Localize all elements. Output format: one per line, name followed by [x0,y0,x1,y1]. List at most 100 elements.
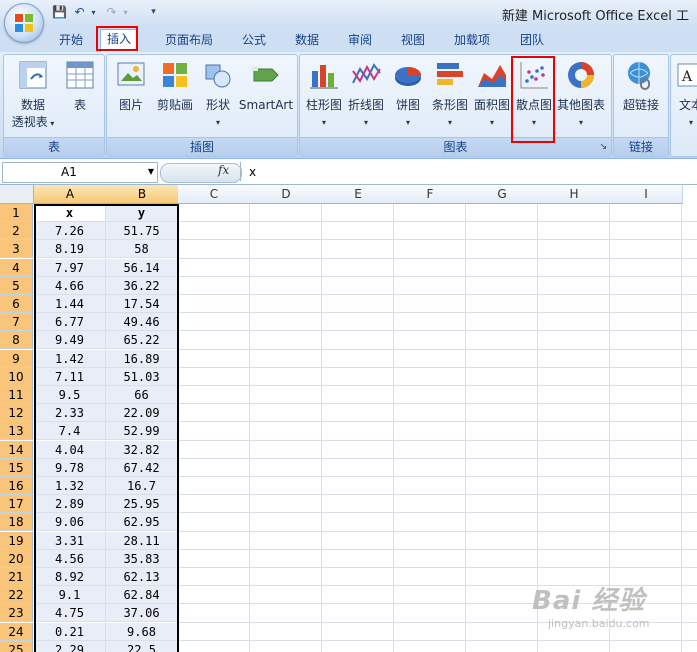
bar-chart-icon [434,59,466,91]
picture-button[interactable]: 图片 [111,59,151,113]
gridline-horizontal [178,257,697,259]
area-chart-icon [476,59,508,91]
insert-function-icon[interactable]: fx [218,163,229,177]
other-charts-button[interactable]: 其他图表 ▾ [554,59,608,129]
text-box-button[interactable]: A 文本 ▾ [673,59,697,129]
gridline-horizontal [178,330,697,332]
watermark: Bai 经验 jingyan.baidu.com [532,580,692,640]
window-title: 新建 Microsoft Office Excel 工 [501,9,689,24]
row-header-12[interactable]: 12 [0,404,33,423]
area-chart-button[interactable]: 面积图 ▾ [470,59,514,129]
clipart-icon [159,59,191,91]
tab-formulas[interactable]: 公式 [234,31,274,51]
shapes-icon [202,59,234,91]
gridline-horizontal [178,385,697,386]
row-header-18[interactable]: 18 [0,513,33,532]
row-header-11[interactable]: 11 [0,386,33,404]
row-header-10[interactable]: 10 [0,367,33,386]
name-box[interactable]: A1 ▼ [2,162,158,183]
tab-home[interactable]: 开始 [49,31,93,51]
bar-chart-button[interactable]: 条形图 ▾ [428,59,472,129]
gridline-horizontal [178,348,697,350]
save-icon[interactable]: 💾 [52,5,67,20]
row-header-16[interactable]: 16 [0,477,33,495]
bar-chart-label: 条形图 ▾ [428,97,472,129]
row-header-14[interactable]: 14 [0,440,33,459]
row-header-17[interactable]: 17 [0,495,33,514]
ribbon: 数据 透视表 ▾ 表 表 图片 剪贴画 形状 ▾ SmartArt 插图 柱形图… [0,52,697,159]
tab-data[interactable]: 数据 [287,31,327,51]
redo-icon[interactable]: ↷ [104,5,119,20]
column-header-e[interactable]: E [322,185,395,204]
picture-icon [115,59,147,91]
column-header-a[interactable]: A [34,185,107,204]
pie-chart-button[interactable]: 饼图 ▾ [388,59,428,129]
row-header-13[interactable]: 13 [0,422,33,441]
row-header-3[interactable]: 3 [0,240,33,259]
tab-review[interactable]: 审阅 [340,31,380,51]
row-header-24[interactable]: 24 [0,622,33,641]
row-header-8[interactable]: 8 [0,331,33,350]
formula-input[interactable]: x [240,162,696,181]
smartart-label: SmartArt [238,98,294,112]
column-header-f[interactable]: F [394,185,467,204]
column-header-c[interactable]: C [178,185,251,204]
row-header-25[interactable]: 25 [0,640,33,652]
scatter-chart-highlight [511,56,555,143]
row-header-2[interactable]: 2 [0,222,33,241]
column-header-b[interactable]: B [106,185,179,204]
insert-tab-highlight [96,26,138,51]
pivot-table-button[interactable]: 数据 透视表 ▾ [10,59,56,131]
column-chart-button[interactable]: 柱形图 ▾ [302,59,346,129]
row-header-7[interactable]: 7 [0,313,33,332]
row-header-4[interactable]: 4 [0,258,33,277]
gridline-horizontal [178,494,697,496]
tab-page-layout[interactable]: 页面布局 [157,31,221,51]
undo-dropdown-icon[interactable]: ▾ [86,5,101,20]
office-button[interactable] [4,3,44,43]
area-chart-label-text: 面积图 [473,98,510,112]
undo-icon[interactable]: ↶ [72,5,87,20]
row-header-20[interactable]: 20 [0,549,33,568]
gridline-horizontal [178,403,697,405]
watermark-url: jingyan.baidu.com [548,617,650,630]
row-header-1[interactable]: 1 [0,204,33,222]
gridline-horizontal [178,548,697,550]
tab-team[interactable]: 团队 [512,31,552,51]
row-header-6[interactable]: 6 [0,295,33,313]
selection-border [34,204,179,652]
gridline-horizontal [178,275,697,277]
watermark-brand: Bai 经验 [532,586,646,616]
row-header-23[interactable]: 23 [0,604,33,623]
title-bar: 💾 ↶ ▾ ↷ ▾ ▾ 新建 Microsoft Office Excel 工 [0,0,697,27]
column-header-h[interactable]: H [538,185,611,204]
row-header-5[interactable]: 5 [0,276,33,295]
select-all-corner[interactable] [0,185,34,204]
smartart-button[interactable]: SmartArt [237,59,295,113]
clipart-button[interactable]: 剪贴画 [151,59,199,113]
row-header-9[interactable]: 9 [0,349,33,368]
row-header-21[interactable]: 21 [0,568,33,586]
office-logo-icon [15,14,33,32]
row-header-22[interactable]: 22 [0,586,33,605]
redo-dropdown-icon[interactable]: ▾ [118,5,133,20]
gridline-horizontal [178,457,697,459]
line-chart-button[interactable]: 折线图 ▾ [344,59,388,129]
gridline-horizontal [178,439,697,441]
column-header-i[interactable]: I [610,185,683,204]
dialog-launcher-icon[interactable]: ↘ [599,138,607,156]
column-header-g[interactable]: G [466,185,539,204]
column-header-d[interactable]: D [250,185,323,204]
group-tables: 数据 透视表 ▾ 表 表 [3,54,105,157]
column-chart-icon [308,59,340,91]
table-button[interactable]: 表 [60,59,100,113]
row-header-15[interactable]: 15 [0,458,33,477]
row-header-19[interactable]: 19 [0,531,33,550]
hyperlink-button[interactable]: 超链接 [618,59,664,113]
tab-view[interactable]: 视图 [393,31,433,51]
table-icon [64,59,96,91]
group-illustrations: 图片 剪贴画 形状 ▾ SmartArt 插图 [106,54,298,157]
tab-addins[interactable]: 加载项 [446,31,498,51]
customize-qat-icon[interactable]: ▾ [146,5,161,20]
shapes-button[interactable]: 形状 ▾ [199,59,237,129]
